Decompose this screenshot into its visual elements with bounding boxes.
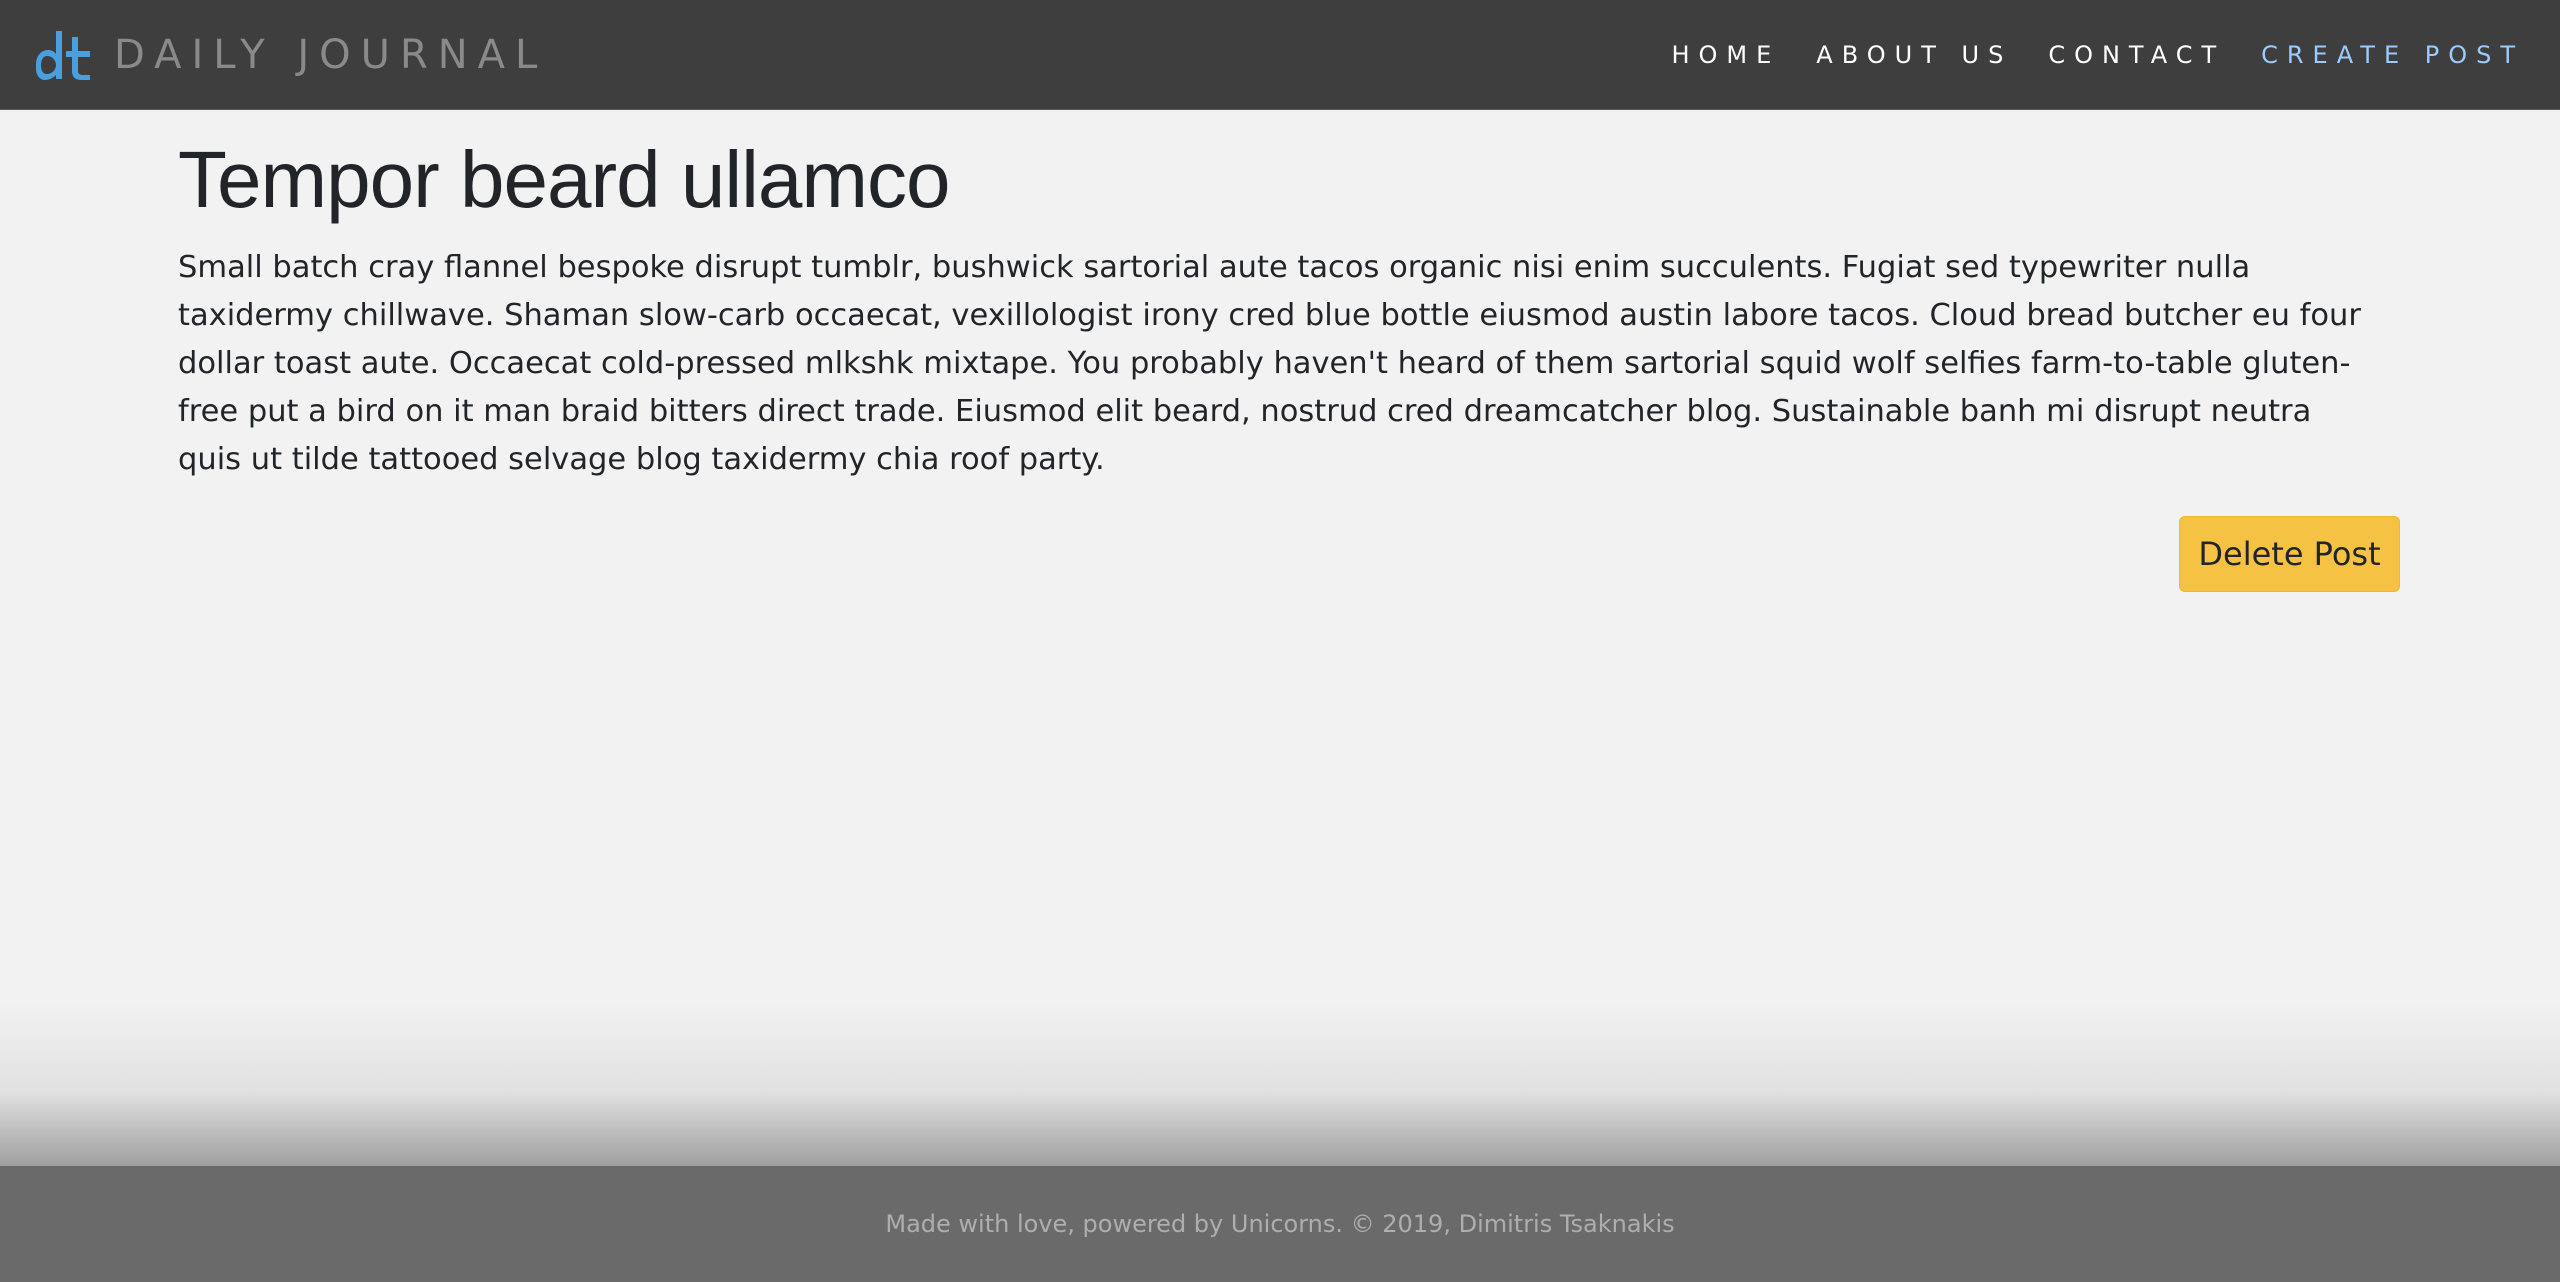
page-footer: Made with love, powered by Unicorns. © 2…: [0, 1166, 2560, 1282]
post-title: Tempor beard ullamco: [178, 135, 950, 224]
footer-text: Made with love, powered by Unicorns. © 2…: [885, 1210, 1675, 1238]
dt-logo-icon: [36, 30, 90, 80]
nav-item: CONTACT: [2048, 41, 2225, 69]
nav-item: ABOUT US: [1816, 41, 2012, 69]
nav-menu: HOME ABOUT US CONTACT CREATE POST: [1635, 41, 2524, 69]
nav-link-about-us[interactable]: ABOUT US: [1816, 41, 2012, 69]
nav-item: CREATE POST: [2261, 41, 2524, 69]
nav-link-home[interactable]: HOME: [1671, 41, 1780, 69]
nav-link-create-post[interactable]: CREATE POST: [2261, 41, 2524, 69]
delete-post-button[interactable]: Delete Post: [2179, 516, 2400, 592]
post-body: Small batch cray flannel bespoke disrupt…: [178, 250, 2361, 477]
post-container: Tempor beard ullamco Small batch cray fl…: [178, 110, 2400, 592]
top-navbar: DAILY JOURNAL HOME ABOUT US CONTACT CREA…: [0, 0, 2560, 110]
brand-link[interactable]: DAILY JOURNAL: [36, 27, 547, 83]
footer-shadow: [0, 1000, 2560, 1166]
nav-link-contact[interactable]: CONTACT: [2048, 41, 2225, 69]
nav-item: HOME: [1671, 41, 1780, 69]
brand-name: DAILY JOURNAL: [114, 31, 548, 78]
